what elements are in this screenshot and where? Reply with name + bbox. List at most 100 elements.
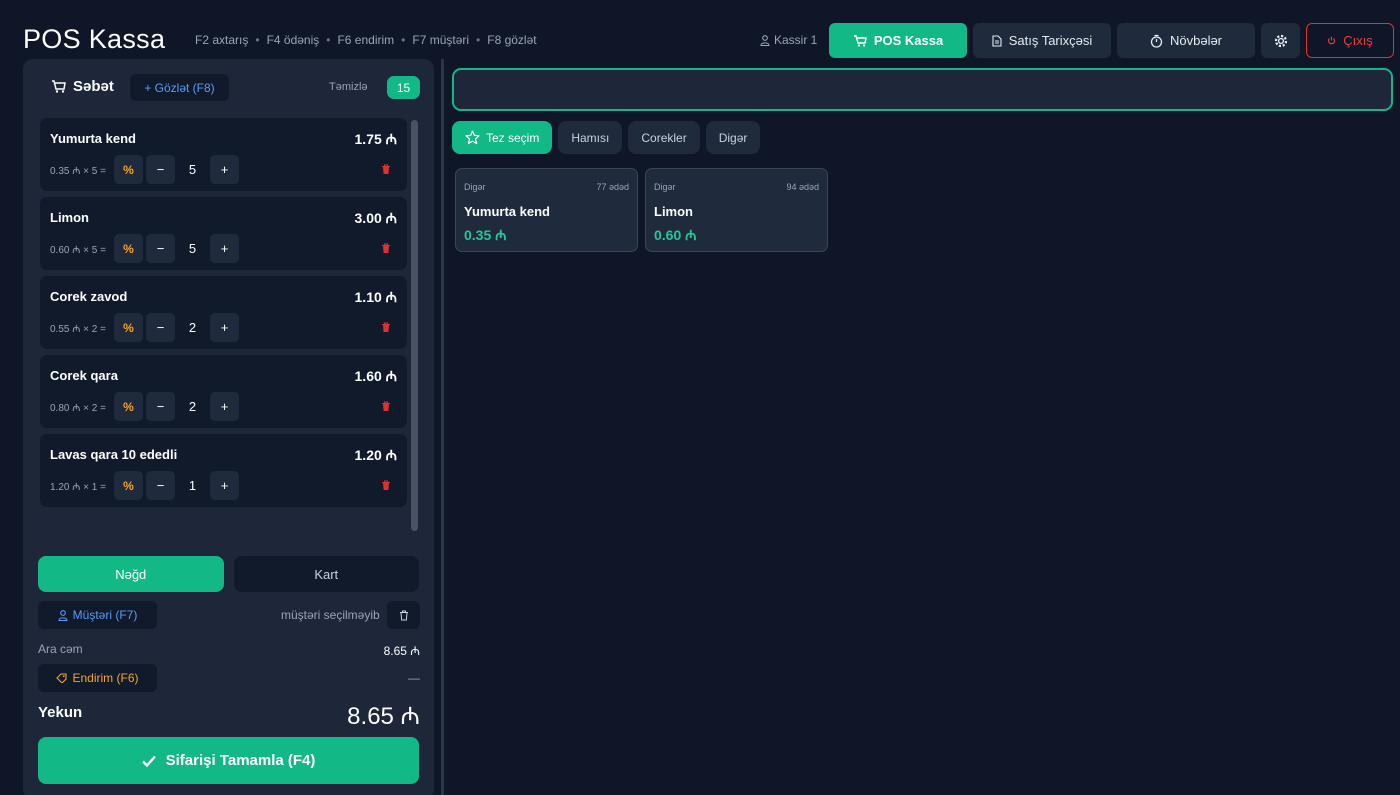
item-quantity[interactable]: 1 [178,478,207,493]
card-payment-button[interactable]: Kart [233,556,419,592]
user-icon [58,609,68,621]
cart-item-name: Limon [50,210,89,225]
cart-item-total: 1.60 ₼ [354,368,397,384]
increase-qty-button[interactable]: + [210,392,239,421]
item-discount-button[interactable]: % [114,313,143,342]
total-label: Yekun [38,704,83,721]
product-card[interactable]: Digər 77 ədəd Yumurta kend 0.35 ₼ [455,168,638,252]
cart-item: Yumurta kend 1.75 ₼ 0.35 ₼ × 5 =% −5 + [40,118,407,191]
cart-title-text: Səbət [73,78,114,95]
pos-kassa-label: POS Kassa [873,33,944,48]
cart-count-badge: 15 [387,76,420,99]
cart-item-unit-price: 1.20 ₼ × 1 = [50,482,106,493]
decrease-qty-button[interactable]: − [146,392,175,421]
shortcut-hint: F6 endirim [337,33,395,47]
cart-item-name: Lavas qara 10 ededli [50,447,178,462]
decrease-qty-button[interactable]: − [146,234,175,263]
shortcut-hint: F2 axtarış [195,33,249,47]
tab-quick-select[interactable]: Tez seçim [452,121,553,154]
increase-qty-button[interactable]: + [210,313,239,342]
cart-item-total: 1.20 ₼ [354,447,397,463]
increase-qty-button[interactable]: + [210,155,239,184]
stopwatch-icon [1150,34,1163,48]
power-icon [1328,36,1336,45]
shifts-button[interactable]: Növbələr [1117,23,1255,58]
tab-label: Tez seçim [486,130,540,145]
logout-button[interactable]: Çıxış [1306,23,1394,58]
product-stock: 94 ədəd [786,182,819,192]
shortcut-hint: F7 müştəri [412,33,470,47]
product-grid: Digər 77 ədəd Yumurta kend 0.35 ₼ Digər 94 əd… [455,168,828,252]
cash-payment-button[interactable]: Nəğd [38,556,224,592]
clear-customer-button[interactable] [387,601,420,629]
cashier-info: Kassir 1 [760,33,817,47]
shortcut-hints: F2 axtarış • F4 ödəniş • F6 endirim • F7 mü… [195,33,537,47]
user-icon [760,34,770,46]
trash-icon[interactable] [381,401,391,412]
cart-item-name: Corek zavod [50,289,128,304]
settings-button[interactable] [1261,23,1300,58]
subtotal-label: Ara cəm [38,642,83,656]
product-card[interactable]: Digər 94 ədəd Limon 0.60 ₼ [645,168,828,252]
item-quantity[interactable]: 5 [178,162,207,177]
tag-icon [56,673,68,683]
cart-item-unit-price: 0.55 ₼ × 2 = [50,324,106,335]
shortcut-hint: F8 gözlət [487,33,537,47]
subtotal-value: 8.65 ₼ [383,644,420,658]
item-discount-button[interactable]: % [114,234,143,263]
checkmark-icon [141,755,156,767]
cart-item-total: 1.10 ₼ [354,289,397,305]
shortcut-hint: F4 ödəniş [266,33,320,47]
clear-cart-button[interactable]: Təmizlə [329,81,368,93]
tab-all[interactable]: Hamısı [558,121,623,154]
trash-icon[interactable] [381,322,391,333]
customer-button-label: Müştəri (F7) [72,608,138,622]
item-discount-button[interactable]: % [114,155,143,184]
trash-icon[interactable] [381,164,391,175]
cart-item-name: Corek qara [50,368,118,383]
cart-scrollbar[interactable] [411,120,418,531]
trash-icon [399,610,408,620]
decrease-qty-button[interactable]: − [146,313,175,342]
cart-item: Limon 3.00 ₼ 0.60 ₼ × 5 =% −5 + [40,197,407,270]
item-quantity[interactable]: 2 [178,399,207,414]
tab-corekler[interactable]: Corekler [628,121,700,154]
customer-status: müştəri seçilməyib [281,608,380,622]
discount-button[interactable]: Endirim (F6) [38,664,157,692]
increase-qty-button[interactable]: + [210,234,239,263]
product-search-input[interactable] [452,68,1393,111]
item-discount-button[interactable]: % [114,471,143,500]
item-discount-button[interactable]: % [114,392,143,421]
tab-other[interactable]: Digər [705,121,761,154]
trash-icon[interactable] [381,243,391,254]
app-title: POS Kassa [23,24,166,54]
complete-order-button[interactable]: Sifarişi Tamamla (F4) [38,737,419,784]
payment-method-toggle: Nəğd Kart [38,556,419,592]
cart-item: Lavas qara 10 ededli 1.20 ₼ 1.20 ₼ × 1 =% −… [40,434,407,507]
cart-item-unit-price: 0.80 ₼ × 2 = [50,403,106,414]
discount-value: — [408,671,420,685]
sales-history-button[interactable]: Satış Tarixçəsi [973,23,1111,58]
cart-item-unit-price: 0.60 ₼ × 5 = [50,245,106,256]
decrease-qty-button[interactable]: − [146,471,175,500]
pos-kassa-button[interactable]: POS Kassa [829,23,967,58]
cart-title: Səbət [51,78,114,95]
item-quantity[interactable]: 2 [178,320,207,335]
cart-item-total: 1.75 ₼ [354,131,397,147]
trash-icon[interactable] [381,480,391,491]
product-name: Yumurta kend [464,204,550,219]
product-stock: 77 ədəd [596,182,629,192]
category-tabs: Tez seçim Hamısı Corekler Digər [452,121,761,154]
decrease-qty-button[interactable]: − [146,155,175,184]
customer-button[interactable]: Müştəri (F7) [38,601,157,629]
cart-header: Səbət + Gözlət (F8) Təmizlə 15 [23,59,434,115]
increase-qty-button[interactable]: + [210,471,239,500]
sales-history-label: Satış Tarixçəsi [1008,33,1093,48]
product-category: Digər [464,182,486,192]
cart-item-total: 3.00 ₼ [354,210,397,226]
hold-order-button[interactable]: + Gözlət (F8) [130,74,229,101]
star-icon [465,130,480,145]
item-quantity[interactable]: 5 [178,241,207,256]
product-price: 0.60 ₼ [654,227,697,243]
total-value: 8.65 ₼ [347,703,420,730]
